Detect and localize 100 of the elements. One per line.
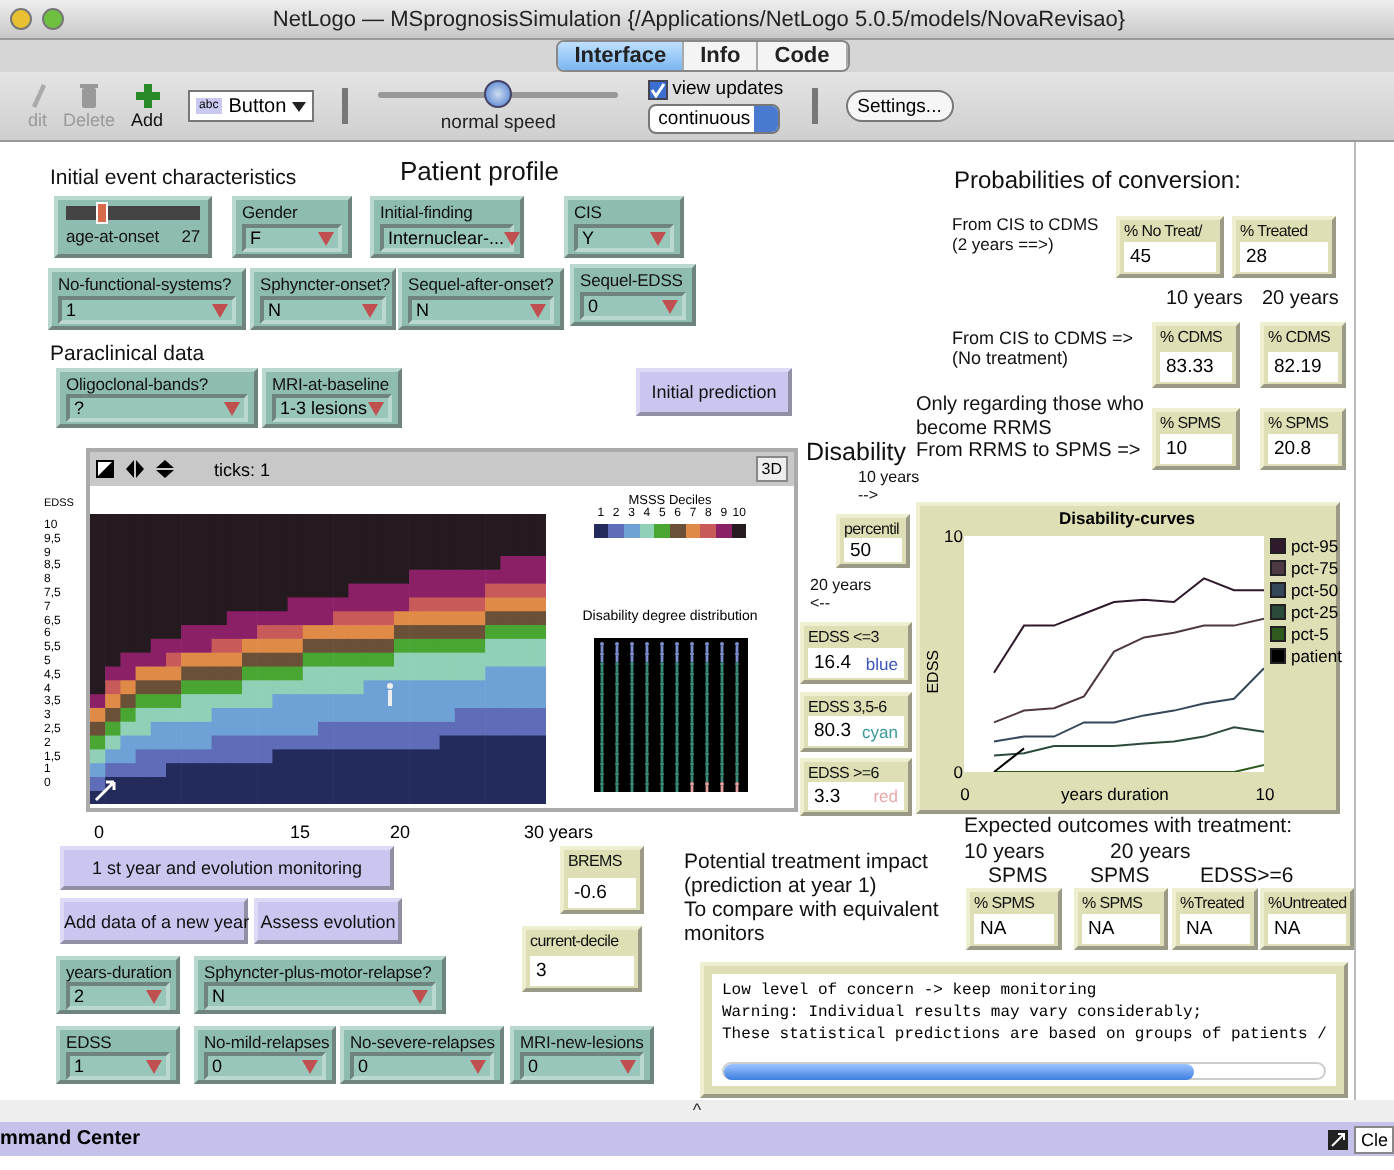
- action-button[interactable]: Assess evolution: [254, 898, 402, 944]
- caret-icon: [662, 299, 678, 313]
- chooser-label: Gender: [242, 202, 300, 222]
- checkmark-icon: [650, 81, 667, 97]
- legend-label: pct-50: [1290, 580, 1339, 600]
- monitor-value: 3: [530, 956, 634, 986]
- horizontal-scrollbar[interactable]: [722, 1062, 1326, 1080]
- monitor-value: 45: [1124, 242, 1216, 272]
- monitor-value: NA: [1180, 914, 1250, 944]
- tab[interactable]: Code: [758, 42, 848, 70]
- chooser-label: Initial-finding: [380, 202, 475, 222]
- monitor-value: 82.19: [1268, 352, 1338, 382]
- ticks-counter: ticks: 1: [214, 459, 273, 479]
- note-text: Initial event characteristics: [50, 166, 299, 191]
- note-text: EDSS>=6: [1200, 864, 1296, 889]
- monitor-label: percentil: [844, 520, 902, 538]
- caret-icon: [224, 401, 240, 415]
- caret-icon: [302, 1059, 318, 1073]
- note-text: From CIS to CDMS => (No treatment): [952, 328, 1136, 370]
- monitor-label: BREMS: [568, 852, 624, 870]
- chooser-label: MRI-new-lesions: [520, 1032, 644, 1052]
- output-line: These statistical predictions are based on groups of patients /: [722, 1024, 1326, 1046]
- toolbar-button[interactable]: Add: [131, 83, 164, 129]
- divider-handle[interactable]: ^: [692, 1100, 702, 1120]
- chooser-label: Sphyncter-plus-motor-relapse?: [204, 962, 434, 982]
- note-text: Potential treatment impact (prediction at year 1) To compare with equivalent monitors: [684, 850, 941, 947]
- axis-tick: 0: [953, 762, 963, 782]
- monitor-value: 16.4 blue: [808, 648, 904, 678]
- caret-icon: [318, 231, 334, 245]
- monitor-label: EDSS <=3: [808, 628, 881, 646]
- note-text: From CIS to CDMS (2 years ==>): [952, 216, 1101, 256]
- chooser-dropdown[interactable]: N: [260, 296, 386, 324]
- note-text: SPMS: [988, 864, 1050, 889]
- note-text: SPMS: [1090, 864, 1152, 889]
- speed-slider[interactable]: [378, 80, 619, 112]
- tab[interactable]: Info: [684, 42, 759, 70]
- monitor-label: EDSS >=6: [808, 764, 881, 782]
- monitor-value: NA: [974, 914, 1054, 944]
- chooser-dropdown[interactable]: Internuclear-...: [380, 224, 514, 252]
- caret-icon: [650, 231, 666, 245]
- y-axis-label: EDSS: [924, 650, 942, 694]
- slider-thumb[interactable]: [484, 80, 513, 108]
- legend-label: pct-25: [1290, 602, 1339, 622]
- age-slider[interactable]: age-at-onset 27: [54, 196, 212, 258]
- view-updates-checkbox[interactable]: view updates: [648, 78, 784, 100]
- note-text: Expected outcomes with treatment:: [964, 814, 1294, 839]
- output-line: Warning: Individual results may vary considerably;: [722, 1002, 1205, 1024]
- chooser-dropdown[interactable]: 1-3 lesions: [272, 394, 392, 422]
- monitor-value: -0.6: [568, 878, 636, 908]
- chooser-label: No-severe-relapses: [350, 1032, 494, 1052]
- settings-button[interactable]: Settings...: [845, 90, 954, 122]
- chooser-dropdown[interactable]: 0: [520, 1052, 644, 1080]
- chooser-label: EDSS: [66, 1032, 114, 1052]
- chooser-dropdown[interactable]: F: [242, 224, 342, 252]
- chooser-dropdown[interactable]: Y: [574, 224, 674, 252]
- chooser-dropdown[interactable]: N: [204, 982, 436, 1010]
- action-button[interactable]: Initial prediction: [636, 368, 792, 416]
- chooser-label: No-functional-systems?: [58, 274, 234, 294]
- chooser-dropdown[interactable]: 0: [350, 1052, 494, 1080]
- caret-icon: [292, 101, 307, 111]
- chooser-dropdown[interactable]: 2: [66, 982, 170, 1010]
- chooser-dropdown[interactable]: 1: [66, 1052, 170, 1080]
- monitor-label: current-decile: [530, 932, 621, 950]
- x-axis-label: years duration: [1061, 784, 1169, 804]
- update-mode-select[interactable]: continuous: [648, 104, 781, 134]
- monitor-label: %Untreated: [1268, 894, 1346, 912]
- note-text: Patient profile: [400, 158, 561, 188]
- monitor-value: 28: [1240, 242, 1328, 272]
- chooser-dropdown[interactable]: 0: [204, 1052, 326, 1080]
- chooser-label: MRI-at-baseline: [272, 374, 391, 394]
- monitor-value: 83.33: [1160, 352, 1232, 382]
- axis-tick: 10: [1253, 784, 1277, 804]
- tab[interactable]: Interface: [558, 42, 685, 70]
- minimize-button[interactable]: [10, 8, 32, 30]
- action-button[interactable]: 1 st year and evolution monitoring: [60, 846, 394, 890]
- trash-icon: [80, 83, 99, 107]
- chooser-dropdown[interactable]: 0: [580, 292, 686, 320]
- action-button[interactable]: Add data of a new year: [60, 898, 248, 944]
- clear-button[interactable]: Cle: [1354, 1125, 1394, 1153]
- note-text: 10 years: [1166, 288, 1245, 311]
- monitor-label: % No Treat/: [1124, 222, 1205, 240]
- zoom-button[interactable]: [42, 8, 64, 30]
- monitor-value: 3.3 red: [808, 782, 904, 810]
- chooser-dropdown[interactable]: 1: [58, 296, 236, 324]
- expand-icon[interactable]: [1328, 1129, 1349, 1149]
- note-text: Probabilities of conversion:: [954, 168, 1243, 196]
- half-square-icon: [96, 460, 114, 478]
- pencil-icon: [29, 83, 46, 107]
- note-text: Disability: [806, 438, 909, 467]
- axis-tick: 0: [94, 822, 107, 842]
- note-text: Paraclinical data: [50, 342, 207, 367]
- chooser-dropdown[interactable]: ?: [66, 394, 248, 422]
- caret-icon: [412, 989, 428, 1003]
- note-text: 20 years <--: [810, 576, 874, 613]
- command-center-title: mmand Center: [0, 1128, 141, 1150]
- monitor-label: %Treated: [1180, 894, 1246, 912]
- chooser-dropdown[interactable]: N: [408, 296, 554, 324]
- caret-icon: [504, 231, 521, 245]
- monitor-label: % CDMS: [1160, 328, 1225, 346]
- 3d-button[interactable]: 3D: [755, 456, 788, 482]
